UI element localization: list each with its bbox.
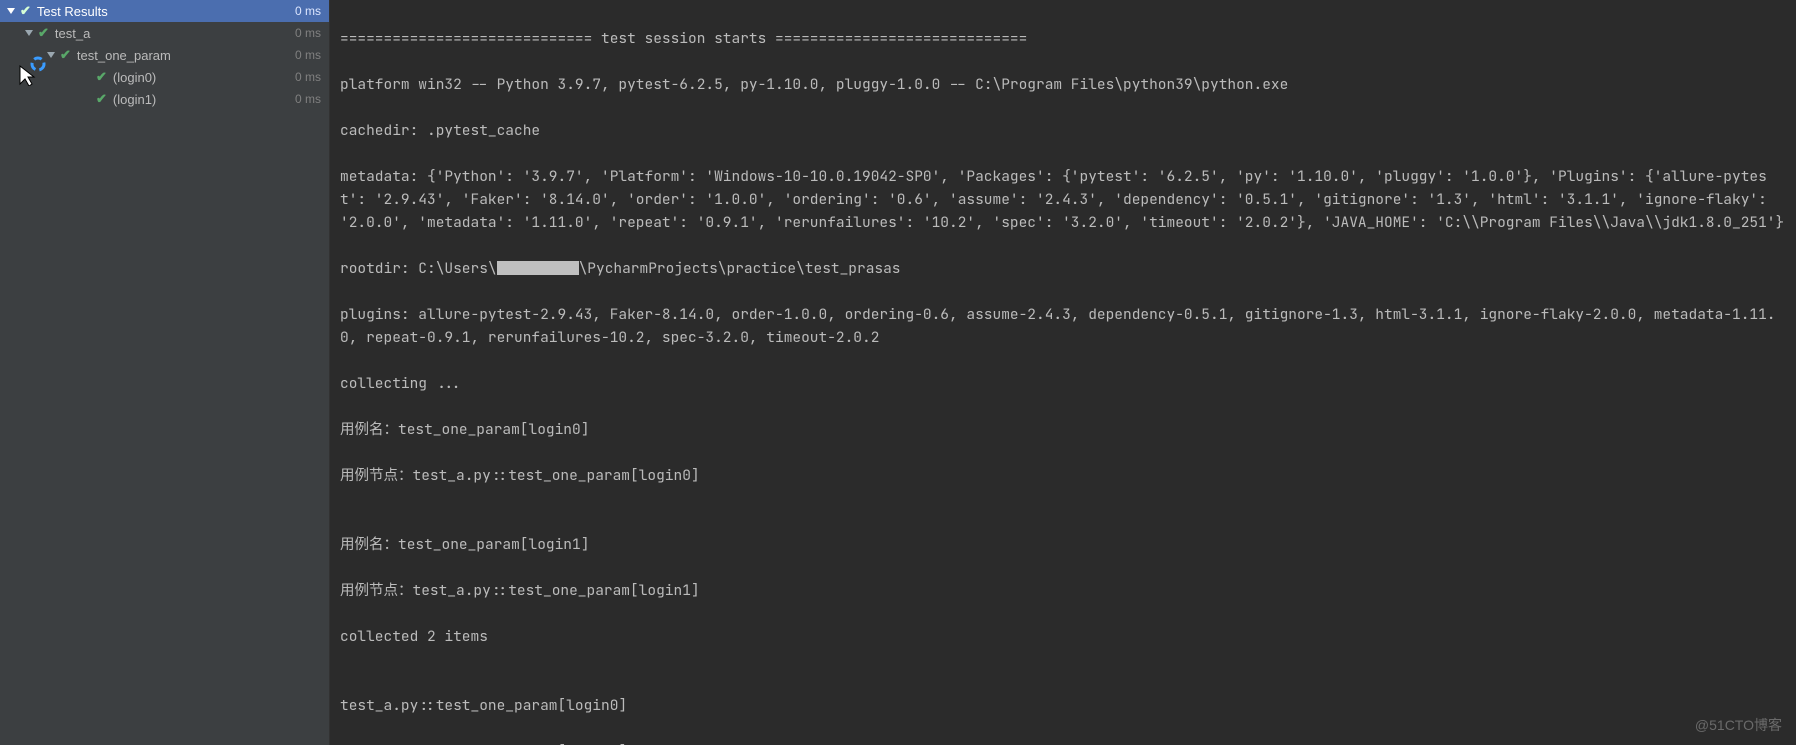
console-line: collecting ... [340,372,1786,395]
chevron-down-icon [7,8,15,14]
console-line: test_a.py::test_one_param[login1] [340,740,1786,745]
console-line: collected 2 items [340,625,1786,648]
test-results-tree[interactable]: ✔ Test Results 0 ms ✔ test_a 0 ms ✔ test… [0,0,330,745]
tree-root-time: 0 ms [295,4,321,18]
tree-node-test_a[interactable]: ✔ test_a 0 ms [0,22,329,44]
tree-node-label: test_one_param [77,48,287,63]
tree-node-login1[interactable]: ✔ (login1) 0 ms [0,88,329,110]
pass-icon: ✔ [38,25,49,41]
tree-node-time: 0 ms [295,92,321,106]
chevron-down-icon [47,52,55,58]
pass-icon: ✔ [96,91,107,107]
tree-node-label: (login0) [113,70,287,85]
redacted-username [497,261,579,275]
console-line: 用例名：test_one_param[login0] [340,418,1786,441]
tree-node-time: 0 ms [295,26,321,40]
test-output-console[interactable]: ============================= test sessi… [330,0,1796,745]
console-line: 用例名：test_one_param[login1] [340,533,1786,556]
console-line: cachedir: .pytest_cache [340,119,1786,142]
console-line: ============================= test sessi… [340,27,1786,50]
console-line: rootdir: C:\Users\ \PycharmProjects\pract… [340,257,1786,280]
tree-node-login0[interactable]: ✔ (login0) 0 ms [0,66,329,88]
pass-icon: ✔ [96,69,107,85]
rootdir-prefix: rootdir: C:\Users\ [340,259,497,278]
tree-node-time: 0 ms [295,48,321,62]
console-line: test_a.py::test_one_param[login0] [340,694,1786,717]
rootdir-suffix: \PycharmProjects\practice\test_prasas [579,259,901,278]
console-line: plugins: allure-pytest-2.9.43, Faker-8.1… [340,303,1786,349]
pass-icon: ✔ [60,47,71,63]
tree-root-test-results[interactable]: ✔ Test Results 0 ms [0,0,329,22]
tree-node-test_one_param[interactable]: ✔ test_one_param 0 ms [0,44,329,66]
console-line: 用例节点：test_a.py::test_one_param[login0] [340,464,1786,487]
console-line: platform win32 -- Python 3.9.7, pytest-6… [340,73,1786,96]
watermark: @51CTO博客 [1695,715,1782,735]
tree-node-time: 0 ms [295,70,321,84]
console-line: 用例节点：test_a.py::test_one_param[login1] [340,579,1786,602]
pass-icon: ✔ [20,3,31,19]
tree-root-label: Test Results [37,4,287,19]
tree-node-label: test_a [55,26,287,41]
console-line: metadata: {'Python': '3.9.7', 'Platform'… [340,165,1786,234]
tree-node-label: (login1) [113,92,287,107]
chevron-down-icon [25,30,33,36]
